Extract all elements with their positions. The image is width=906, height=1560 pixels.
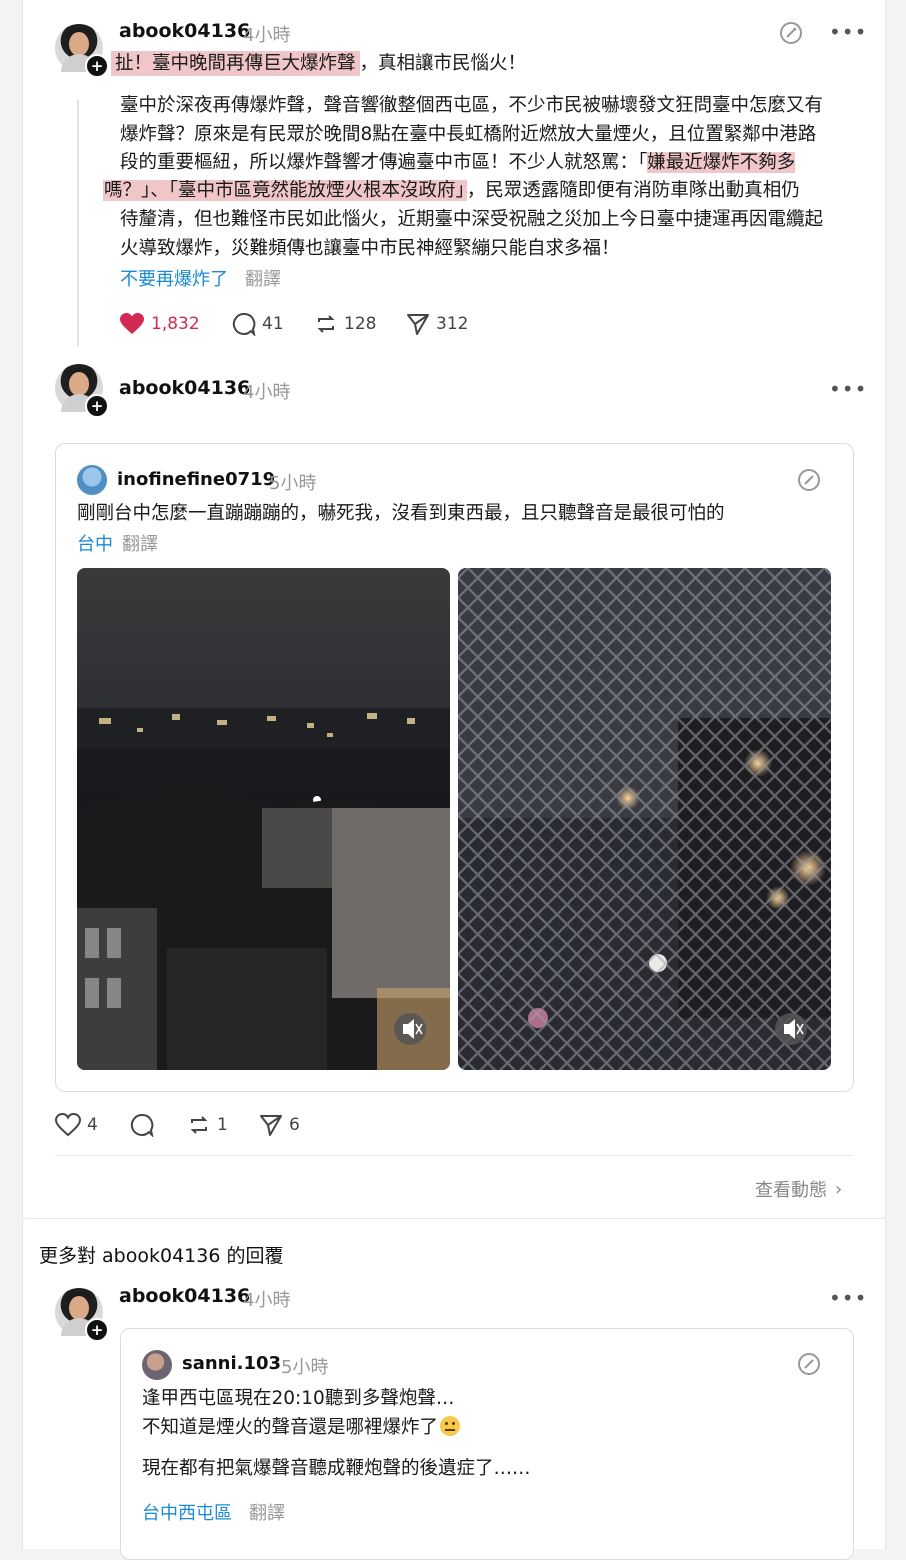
post-body-cont: 嗎？」、「臺中市區竟然能放煙火根本沒政府」 ，民眾透露隨即便有消防車隊出動真相仍 <box>103 177 863 206</box>
quoted-line: 現在都有把氣爆聲音聽成鞭炮聲的後遺症了…… <box>142 1458 531 1479</box>
divider <box>55 1155 852 1156</box>
body-line: 火導致爆炸，災難頻傳也讓臺中市民神經緊繃只能自求多福！ <box>120 237 620 259</box>
post-time: 4小時 <box>243 382 291 403</box>
avatar[interactable]: + <box>55 364 109 418</box>
quoted-username[interactable]: inofinefine0719 <box>117 469 275 490</box>
quoted-username[interactable]: sanni.103 <box>182 1353 281 1374</box>
like-button[interactable]: 1,832 <box>119 312 200 336</box>
like-count: 1,832 <box>151 314 200 334</box>
post-username[interactable]: abook04136 <box>119 377 250 399</box>
post-time: 4小時 <box>243 1290 291 1311</box>
heart-icon <box>55 1113 81 1137</box>
video-thumbnail[interactable] <box>458 568 831 1070</box>
chevron-right-icon: › <box>835 1178 843 1200</box>
send-icon <box>260 1115 282 1136</box>
repost-button[interactable]: 1 <box>187 1113 228 1137</box>
comment-count: 41 <box>262 314 284 334</box>
avatar[interactable]: + <box>55 24 109 78</box>
view-activity-link[interactable]: 查看動態 › <box>755 1176 842 1202</box>
topic-tag[interactable]: 台中西屯區 <box>142 1499 232 1525</box>
headline-highlight: 扯！臺中晚間再傳巨大爆炸聲 <box>111 51 360 76</box>
quote-highlight: 嫌最近爆炸不夠多 <box>647 152 796 173</box>
repost-icon <box>317 315 335 333</box>
share-count: 6 <box>289 1115 300 1135</box>
quoted-line: 逢甲西屯區現在20:10聽到多聲炮聲… <box>142 1388 455 1409</box>
comment-icon <box>130 1113 154 1137</box>
repost-icon <box>190 1116 208 1134</box>
quoted-text: 剛剛台中怎麼一直蹦蹦蹦的，嚇死我，沒看到東西最，且只聽聲音是最很可怕的 <box>77 503 725 524</box>
translate-link[interactable]: 翻譯 <box>249 1499 285 1525</box>
send-icon <box>407 314 429 335</box>
heart-filled-icon <box>120 313 144 334</box>
repost-count: 1 <box>217 1115 228 1135</box>
share-button[interactable]: 6 <box>259 1113 300 1137</box>
post-username[interactable]: abook04136 <box>119 1285 250 1307</box>
share-count: 312 <box>436 314 469 334</box>
translate-link[interactable]: 翻譯 <box>245 265 281 291</box>
more-options-icon[interactable]: ••• <box>829 20 867 44</box>
headline-rest: ，真相讓市民惱火！ <box>359 53 527 74</box>
quoted-time: 5小時 <box>269 473 317 494</box>
follow-plus-icon[interactable]: + <box>85 1318 109 1342</box>
comment-button[interactable]: 41 <box>232 312 284 336</box>
quoted-time: 5小時 <box>281 1357 329 1378</box>
repost-count: 128 <box>344 314 377 334</box>
topic-tag[interactable]: 不要再爆炸了 <box>120 265 228 291</box>
quoted-line: 不知道是煙火的聲音還是哪裡爆炸了 <box>142 1414 832 1443</box>
post-body-tail: 待釐清，但也難怪市民如此惱火，近期臺中深受祝融之災加上今日臺中捷運再因電纜起 火… <box>120 206 860 263</box>
more-replies-title: 更多對 abook04136 的回覆 <box>39 1245 284 1267</box>
like-button[interactable]: 4 <box>55 1113 98 1137</box>
edit-icon[interactable] <box>796 1351 822 1377</box>
quoted-avatar[interactable] <box>77 465 107 495</box>
comment-icon <box>232 312 256 336</box>
more-options-icon[interactable]: ••• <box>829 377 867 401</box>
topic-tag[interactable]: 台中 <box>77 530 113 556</box>
share-button[interactable]: 312 <box>406 312 468 336</box>
body-line: 待釐清，但也難怪市民如此惱火，近期臺中深受祝融之災加上今日臺中捷運再因電纜起 <box>120 209 824 230</box>
like-count: 4 <box>87 1115 98 1135</box>
video-thumbnail[interactable] <box>77 568 450 1070</box>
translate-link[interactable]: 翻譯 <box>122 530 158 556</box>
edit-icon[interactable] <box>796 467 822 493</box>
edit-icon[interactable] <box>778 20 804 46</box>
follow-plus-icon[interactable]: + <box>85 54 109 78</box>
body-line: 臺中於深夜再傳爆炸聲，聲音響徹整個西屯區，不少市民被嚇壞發文狂問臺中怎麼又有 <box>120 95 824 116</box>
quoted-avatar[interactable] <box>142 1350 172 1380</box>
quoted-text: 逢甲西屯區現在20:10聽到多聲炮聲… 不知道是煙火的聲音還是哪裡爆炸了 <box>142 1385 832 1442</box>
post-body: 臺中於深夜再傳爆炸聲，聲音響徹整個西屯區，不少市民被嚇壞發文狂問臺中怎麼又有 爆… <box>120 92 860 178</box>
avatar[interactable]: + <box>55 1288 109 1342</box>
neutral-face-emoji-icon <box>440 1415 461 1436</box>
repost-button[interactable]: 128 <box>314 312 376 336</box>
body-line: 爆炸聲？原來是有民眾於晚間8點在臺中長虹橋附近燃放大量煙火，且位置緊鄰中港路 <box>120 123 817 145</box>
body-line: 段的重要樞紐，所以爆炸聲響才傳遍臺中市區！不少人就怒罵：「嫌最近爆炸不夠多 <box>120 152 796 173</box>
comment-button[interactable] <box>130 1113 160 1137</box>
post-time: 4小時 <box>243 25 291 46</box>
quote-highlight: 嗎？」、「臺中市區竟然能放煙火根本沒政府」 <box>103 180 467 201</box>
thread-line <box>77 100 79 346</box>
body-line: 嗎？」、「臺中市區竟然能放煙火根本沒政府」 ，民眾透露隨即便有消防車隊出動真相仍 <box>103 180 800 201</box>
follow-plus-icon[interactable]: + <box>85 394 109 418</box>
post-username[interactable]: abook04136 <box>119 20 250 42</box>
more-options-icon[interactable]: ••• <box>829 1286 867 1310</box>
post-headline: 扯！臺中晚間再傳巨大爆炸聲 ，真相讓市民惱火！ <box>111 50 851 79</box>
